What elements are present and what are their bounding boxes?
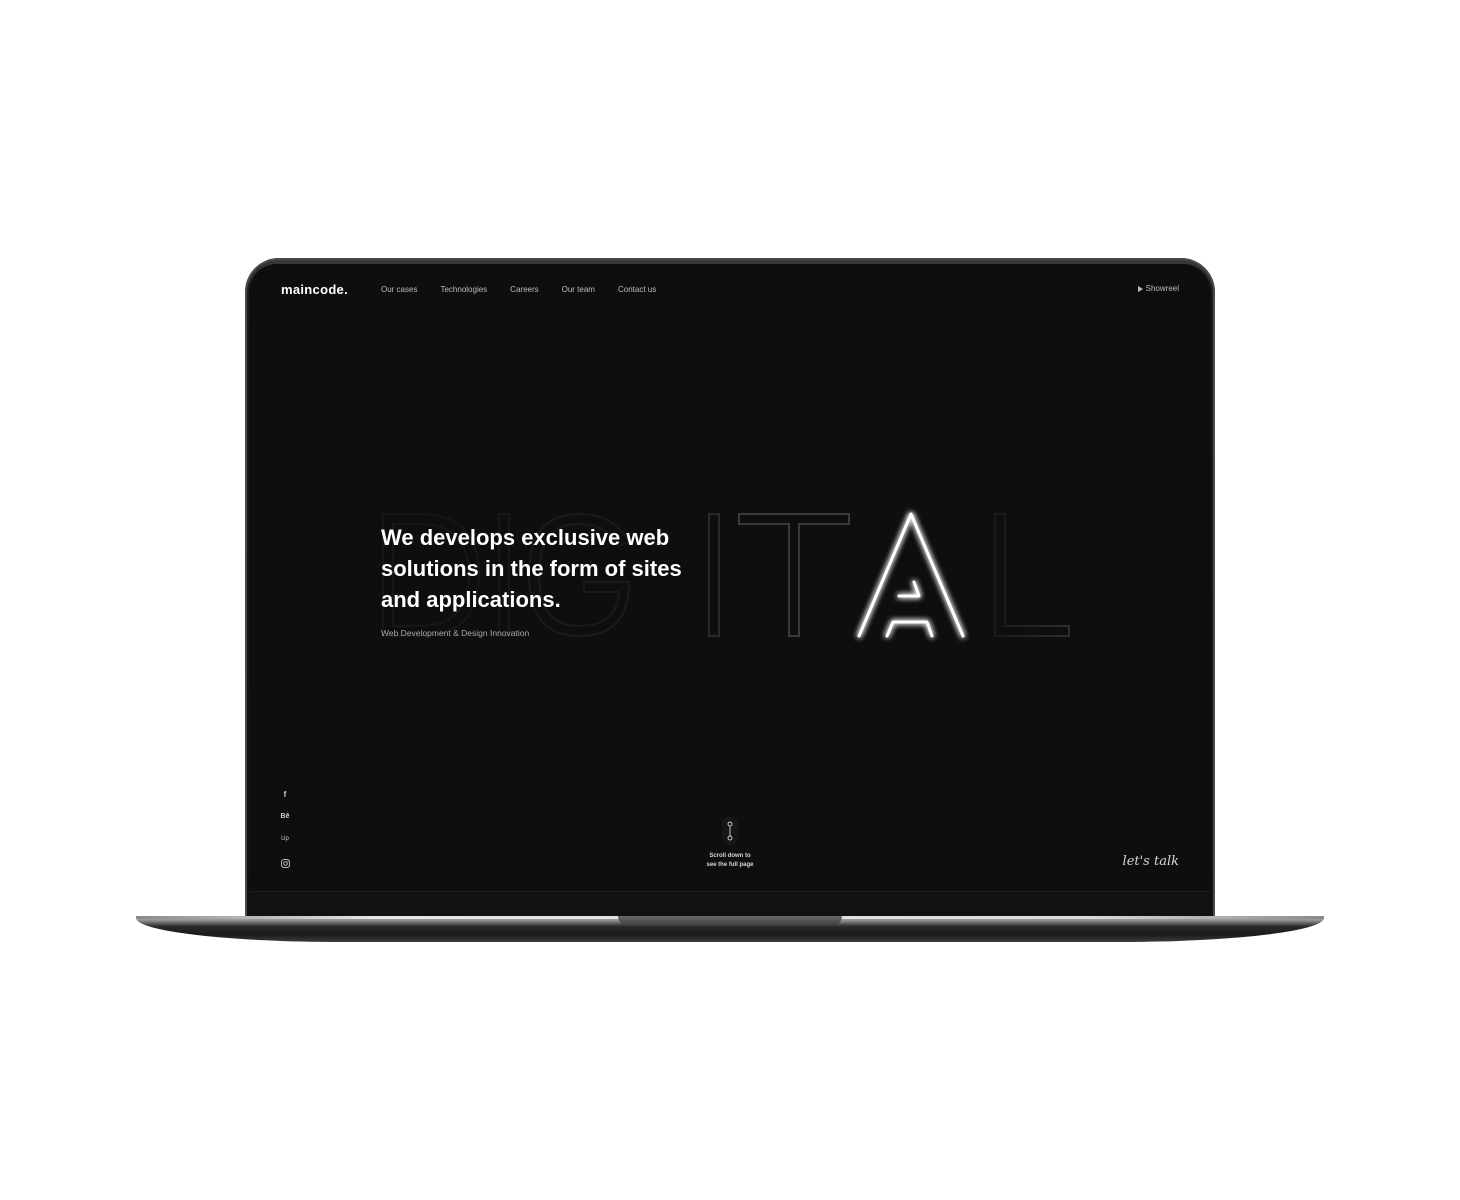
scroll-hint-line: Scroll down to — [709, 853, 751, 859]
behance-icon[interactable]: Bē — [279, 813, 291, 836]
hero-headline-line: and applications. — [381, 587, 561, 612]
main-nav: Our cases Technologies Careers Our team … — [381, 285, 679, 294]
showreel-button[interactable]: Showreel — [1137, 284, 1179, 293]
instagram-icon[interactable] — [279, 859, 291, 882]
nav-item-our-cases[interactable]: Our cases — [381, 285, 417, 294]
hero-headline-line: solutions in the form of sites — [381, 556, 682, 581]
scroll-hint-line: see the full page — [706, 862, 754, 868]
laptop-screen: maincode. Our cases Technologies Careers… — [249, 264, 1211, 916]
lets-talk-link[interactable]: let's talk — [1123, 854, 1179, 869]
nav-item-careers[interactable]: Careers — [510, 285, 538, 294]
nav-item-technologies[interactable]: Technologies — [440, 285, 487, 294]
scroll-mouse-icon — [722, 816, 738, 846]
logo[interactable]: maincode. — [281, 282, 348, 297]
screen-bottom-strip — [249, 891, 1211, 916]
social-links: f Bē Up — [279, 790, 291, 882]
hero-headline: We develops exclusive web solutions in t… — [381, 522, 711, 615]
instagram-glyph — [280, 859, 290, 868]
hero-subline: Web Development & Design Innovation — [381, 628, 530, 638]
facebook-icon[interactable]: f — [279, 790, 291, 813]
scroll-hint-text: Scroll down to see the full page — [699, 852, 761, 870]
scroll-indicator[interactable]: Scroll down to see the full page — [699, 816, 761, 870]
hero-headline-line: We develops exclusive web — [381, 525, 670, 550]
upwork-icon[interactable]: Up — [279, 836, 291, 859]
showreel-label: Showreel — [1145, 284, 1179, 293]
nav-item-our-team[interactable]: Our team — [562, 285, 595, 294]
laptop-notch — [618, 916, 842, 926]
nav-item-contact-us[interactable]: Contact us — [618, 285, 656, 294]
play-icon — [1137, 285, 1143, 292]
